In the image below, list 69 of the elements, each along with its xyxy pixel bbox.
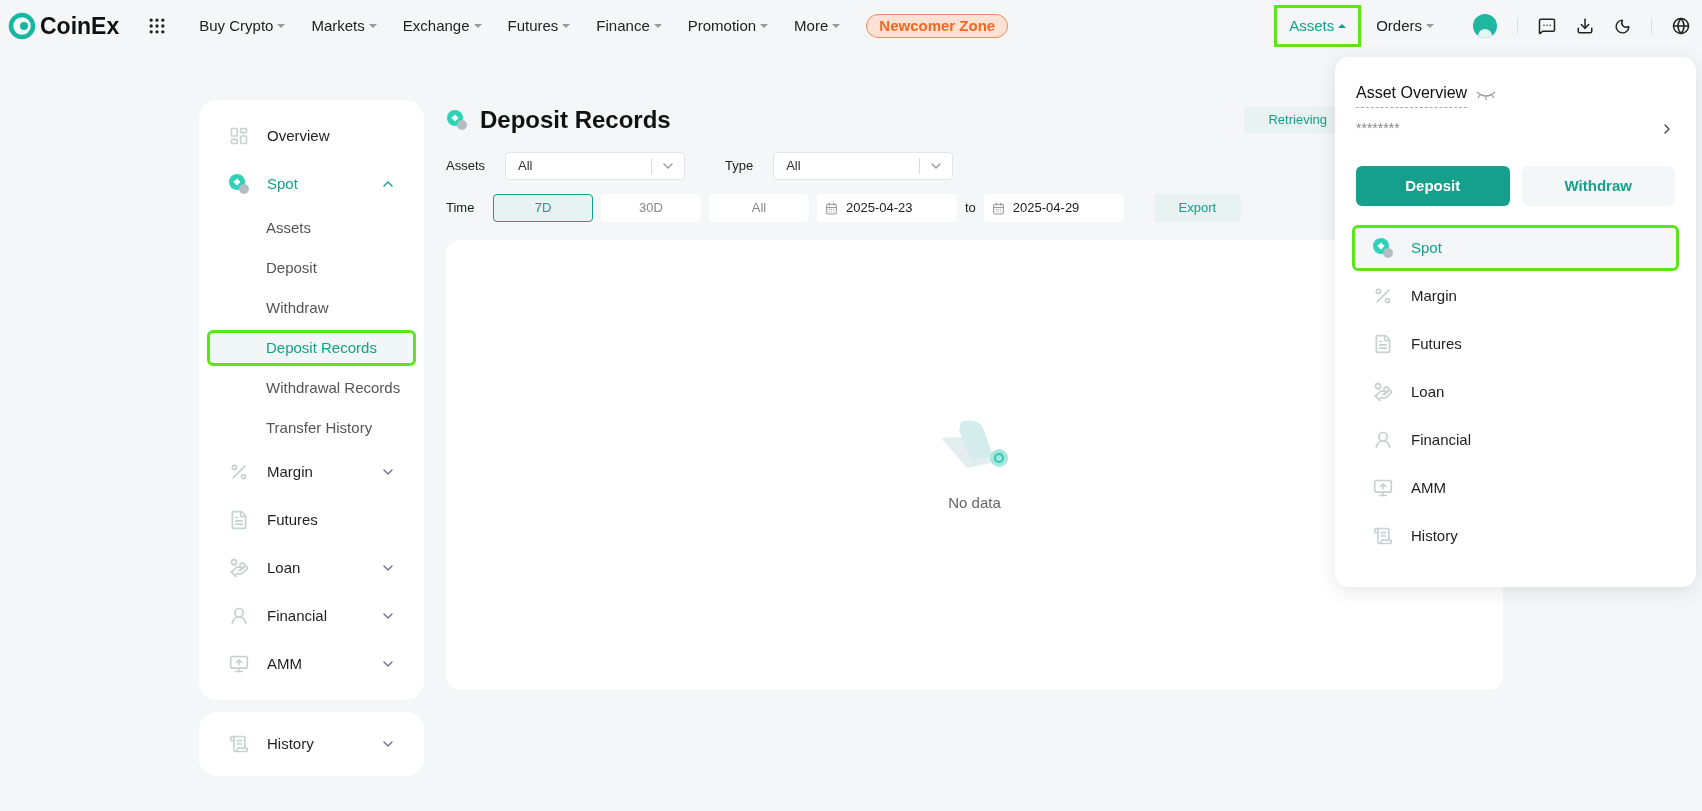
empty-message: No data — [948, 492, 1001, 513]
type-select[interactable]: All — [773, 152, 954, 180]
caret-icon — [277, 24, 286, 28]
brand-name: CoinEx — [40, 11, 120, 41]
caret-up-icon — [1338, 24, 1347, 28]
sidebar-subitem[interactable]: Withdraw — [207, 290, 416, 326]
date-field[interactable]: 2025-04-23 — [817, 194, 957, 222]
sidebar-subitem[interactable]: Deposit — [207, 250, 416, 286]
caret-icon — [1426, 24, 1434, 28]
nav-menu[interactable]: Finance — [596, 14, 662, 38]
menu-item[interactable]: Margin — [1352, 273, 1679, 319]
caret-icon — [760, 24, 769, 28]
sidebar-subitem[interactable]: Assets — [207, 210, 416, 246]
caret-icon — [832, 24, 841, 28]
nav-menu[interactable]: More — [794, 14, 841, 38]
coin-icon — [228, 173, 250, 195]
eye-closed-icon[interactable] — [1475, 89, 1498, 100]
sidebar-item[interactable]: Loan — [199, 544, 424, 592]
calendar-icon — [991, 201, 1005, 215]
sidebar-subitem[interactable]: Withdrawal Records — [207, 370, 416, 406]
sidebar-item[interactable]: Margin — [199, 448, 424, 496]
sidebar-item[interactable]: Financial — [199, 592, 424, 640]
filter-label: Time — [446, 199, 476, 218]
logo-icon — [8, 12, 36, 40]
sidebar-subitem[interactable]: Transfer History — [207, 410, 416, 446]
menu-item[interactable]: AMM — [1352, 465, 1679, 511]
filter-label: Type — [725, 157, 754, 176]
document-icon — [1373, 334, 1393, 354]
assets-select[interactable]: All — [505, 152, 685, 180]
time-range-tab[interactable]: All — [709, 194, 809, 222]
scroll-icon — [229, 734, 249, 754]
range-separator: to — [965, 199, 976, 218]
nav-menu[interactable]: Exchange — [402, 14, 482, 38]
menu-item[interactable]: Financial — [1352, 417, 1679, 463]
menu-item[interactable]: History — [1352, 513, 1679, 559]
nav-menu[interactable]: Promotion — [687, 14, 769, 38]
percent-icon — [1373, 286, 1393, 306]
menu-item[interactable]: Futures — [1352, 321, 1679, 367]
download-icon[interactable] — [1576, 17, 1594, 35]
nav-menu[interactable]: Futures — [507, 14, 571, 38]
sidebar-item[interactable]: AMM — [199, 640, 424, 688]
filter-label: Assets — [446, 157, 485, 176]
caret-icon — [562, 24, 571, 28]
sidebar-item[interactable]: Overview — [199, 112, 424, 160]
document-icon — [229, 510, 249, 530]
nav-menu[interactable]: Buy Crypto — [199, 14, 286, 38]
hidden-balance: ******** — [1356, 119, 1401, 138]
nav-menu[interactable]: Orders — [1361, 5, 1449, 47]
globe-icon[interactable] — [1672, 17, 1690, 35]
caret-icon — [473, 24, 482, 28]
sidebar-item[interactable]: History — [199, 720, 424, 768]
percent-icon — [229, 462, 249, 482]
hand-coin-icon — [1373, 382, 1393, 402]
caret-icon — [368, 24, 377, 28]
nav-menu[interactable]: Markets — [311, 14, 377, 38]
moon-icon[interactable] — [1614, 17, 1631, 35]
coin-icon — [1372, 237, 1394, 259]
hand-coin-icon — [229, 558, 249, 578]
sidebar-item[interactable]: Futures — [199, 496, 424, 544]
menu-title: Asset Overview — [1356, 81, 1468, 108]
coin-icon — [446, 109, 468, 131]
time-range-tab[interactable]: 30D — [601, 194, 701, 222]
chat-icon[interactable] — [1538, 17, 1556, 35]
scroll-icon — [1373, 526, 1393, 546]
caret-icon — [653, 24, 662, 28]
calendar-icon — [825, 201, 838, 215]
date-field[interactable]: 2025-04-29 — [983, 194, 1124, 222]
menu-item[interactable]: Loan — [1352, 369, 1679, 415]
page-title: Deposit Records — [480, 105, 671, 135]
